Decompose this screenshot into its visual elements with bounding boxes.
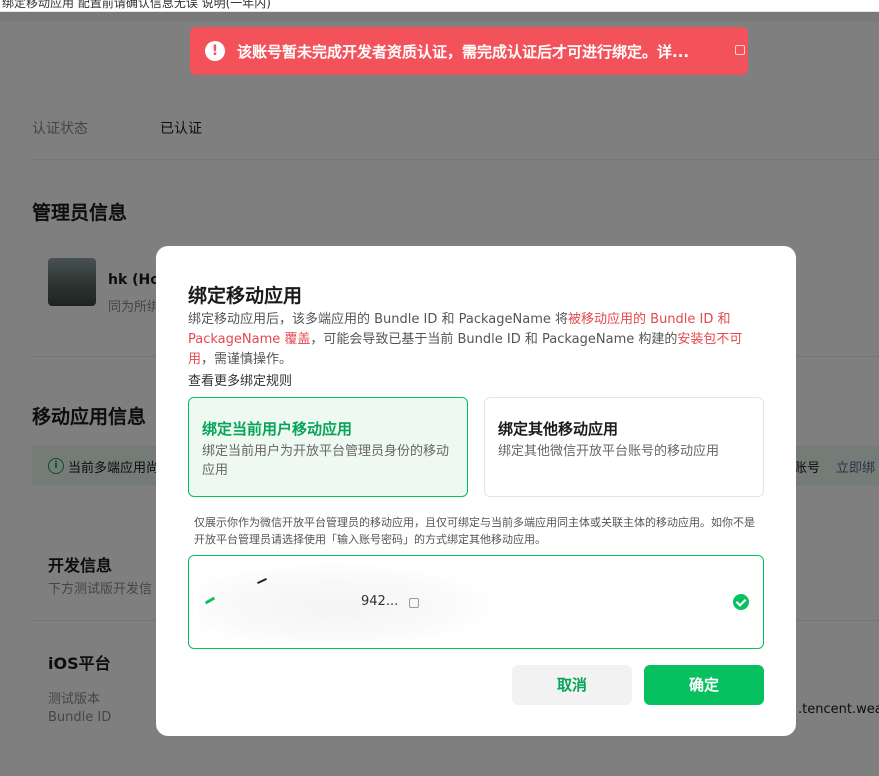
exclamation-icon: !	[205, 41, 225, 61]
dialog-description: 绑定移动应用后，该多端应用的 Bundle ID 和 PackageName 将…	[188, 310, 763, 370]
desc-text-1: 绑定移动应用后，该多端应用的 Bundle ID 和 PackageName 将	[188, 312, 569, 327]
bind-app-dialog: 绑定移动应用 绑定移动应用后，该多端应用的 Bundle ID 和 Packag…	[156, 246, 796, 736]
option-bind-current-user-app[interactable]: 绑定当前用户移动应用 绑定当前用户为开放平台管理员身份的移动应用	[188, 397, 468, 497]
option-desc: 绑定其他微信开放平台账号的移动应用	[498, 444, 720, 459]
option-bind-other-app[interactable]: 绑定其他移动应用 绑定其他微信开放平台账号的移动应用	[484, 397, 764, 497]
app-id-text: 942...	[361, 594, 399, 609]
redacted-app-info	[199, 562, 499, 642]
copy-icon[interactable]	[409, 598, 419, 608]
app-list-item-selected[interactable]: 942...	[188, 555, 764, 649]
browser-top-bar: 绑定移动应用 配置前请确认信息无误 说明(一年内)	[0, 0, 879, 12]
check-circle-icon	[733, 594, 749, 610]
copy-icon[interactable]	[735, 45, 745, 55]
desc-text-3: ，需谨慎操作。	[201, 352, 293, 367]
more-rules-link[interactable]: 查看更多绑定规则	[188, 370, 292, 389]
error-toast: ! 该账号暂未完成开发者资质认证，需完成认证后才可进行绑定。详...	[190, 27, 748, 75]
hint-text: 仅展示你作为微信开放平台管理员的移动应用，且仅可绑定与当前多端应用同主体或关联主…	[194, 516, 755, 546]
dialog-title: 绑定移动应用	[188, 285, 303, 307]
desc-text-2: ，可能会导致已基于当前 Bundle ID 和 PackageName 构建的	[310, 332, 678, 347]
option-title: 绑定当前用户移动应用	[202, 420, 353, 438]
browser-top-text: 绑定移动应用 配置前请确认信息无误 说明(一年内)	[2, 0, 271, 10]
confirm-button[interactable]: 确定	[644, 665, 764, 705]
option-title: 绑定其他移动应用	[498, 420, 619, 438]
option-desc: 绑定当前用户为开放平台管理员身份的移动应用	[202, 444, 450, 478]
cancel-button[interactable]: 取消	[512, 665, 632, 705]
toast-text[interactable]: 该账号暂未完成开发者资质认证，需完成认证后才可进行绑定。详...	[237, 41, 689, 62]
